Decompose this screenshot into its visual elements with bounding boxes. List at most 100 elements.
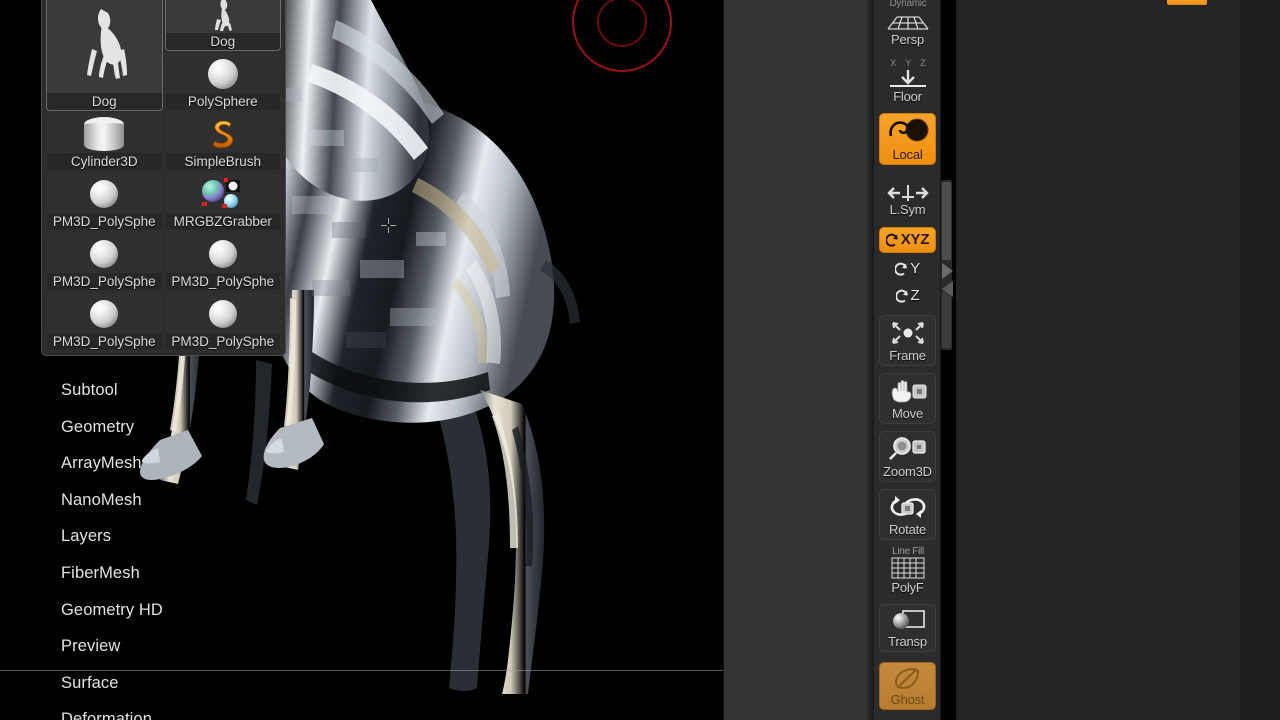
scrollbar-thumb[interactable] xyxy=(942,182,951,260)
polyf-label: PolyF xyxy=(891,580,924,595)
sphere-icon xyxy=(47,174,162,213)
left-spacer-panel xyxy=(723,0,873,720)
menu-item-deformation[interactable]: Deformation xyxy=(41,701,311,720)
tool-tile-label: PM3D_PolySphe xyxy=(165,273,280,290)
mrgbz-grabber-icon xyxy=(166,174,281,213)
polyframe-grid-icon xyxy=(880,555,935,581)
magnifier-zoom3d-icon xyxy=(880,432,935,465)
sphere-icon xyxy=(47,294,162,333)
floor-axis-x[interactable]: X xyxy=(890,58,896,68)
menu-item-subtool[interactable]: Subtool xyxy=(41,372,311,409)
floor-axis-y[interactable]: Y xyxy=(905,58,911,68)
ghost-button[interactable]: Ghost xyxy=(879,662,936,710)
panel-collapse-toggle[interactable] xyxy=(941,263,954,297)
app-window: Dynamic Persp X Y Z Floor Local L.Sym XY… xyxy=(0,0,1280,720)
menu-item-surface[interactable]: Surface xyxy=(41,665,311,702)
tool-tile-polysphere[interactable]: PolySphere xyxy=(164,53,281,111)
tool-tile-label: Cylinder3D xyxy=(47,153,162,170)
tool-tile-label: Dog xyxy=(47,93,162,110)
tool-tile-label: MRGBZGrabber xyxy=(165,213,280,230)
tool-tile-label: Dog xyxy=(165,33,280,50)
hand-move-icon xyxy=(880,374,935,407)
zoom3d-button[interactable]: Zoom3D xyxy=(879,431,936,482)
rotate-xyz-icon: XYZ xyxy=(885,232,929,247)
move-button[interactable]: Move xyxy=(879,373,936,424)
polyf-button[interactable]: PolyF xyxy=(879,554,936,598)
perspective-grid-icon xyxy=(880,9,935,33)
tool-tile-dog-large[interactable]: Dog xyxy=(46,0,163,111)
zoom3d-label: Zoom3D xyxy=(883,464,932,479)
rotate-y-icon: Y xyxy=(895,261,920,276)
tool-tile-label: PM3D_PolySphe xyxy=(47,213,162,230)
tool-tile-simplebrush[interactable]: SimpleBrush xyxy=(164,113,281,171)
tool-tile-pm3d-polysphere-3[interactable]: PM3D_PolySphe xyxy=(164,233,281,291)
tool-tile-pm3d-polysphere-4[interactable]: PM3D_PolySphe xyxy=(46,293,163,351)
tool-tile-label: PM3D_PolySphe xyxy=(165,333,280,350)
local-pivot-icon xyxy=(880,114,935,148)
rotate-button[interactable]: Rotate xyxy=(879,489,936,540)
dog-mesh-icon xyxy=(166,0,281,33)
panel-right-rail xyxy=(1240,0,1280,720)
tool-tile-pm3d-polysphere-1[interactable]: PM3D_PolySphe xyxy=(46,173,163,231)
rotate-z-icon: Z xyxy=(895,288,920,303)
rotate-z-button[interactable]: Z xyxy=(879,284,936,308)
rotate-cube-icon xyxy=(880,490,935,523)
crosshair-cursor-icon xyxy=(381,218,396,233)
floor-axis-row[interactable]: X Y Z xyxy=(874,58,942,68)
tool-thumbnail-grid: Dog Dog PolySphere Cylinder3D SimpleBrus… xyxy=(41,0,286,356)
local-label: Local xyxy=(892,147,923,162)
tool-tile-cylinder3d[interactable]: Cylinder3D xyxy=(46,113,163,171)
brush-cursor-rings-icon xyxy=(572,0,676,76)
sphere-icon xyxy=(47,234,162,273)
menu-item-geometry[interactable]: Geometry xyxy=(41,409,311,446)
menu-item-preview[interactable]: Preview xyxy=(41,628,311,665)
transp-button[interactable]: Transp xyxy=(879,604,936,652)
persp-label: Persp xyxy=(891,32,924,47)
lsym-button[interactable]: L.Sym xyxy=(879,182,936,220)
zbrush-s-logo-icon xyxy=(166,114,281,153)
frame-arrows-icon xyxy=(880,316,935,349)
tool-tile-label: PolySphere xyxy=(165,93,280,110)
active-tool-indicator[interactable] xyxy=(1167,0,1207,5)
floor-button[interactable]: Floor xyxy=(879,68,936,107)
menu-item-nanomesh[interactable]: NanoMesh xyxy=(41,482,311,519)
ghost-label: Ghost xyxy=(890,692,925,707)
tool-tile-dog[interactable]: Dog xyxy=(164,0,281,51)
rotate-xyz-button[interactable]: XYZ xyxy=(879,227,936,253)
cylinder-icon xyxy=(47,114,162,153)
tool-tile-label: PM3D_PolySphe xyxy=(47,333,162,350)
transparency-sphere-icon xyxy=(880,605,935,635)
tool-subpalette-menu: Subtool Geometry ArrayMesh NanoMesh Laye… xyxy=(41,372,311,720)
chevron-left-icon[interactable] xyxy=(942,281,953,297)
right-panel xyxy=(956,0,1280,720)
viewport-right-toolbar: Dynamic Persp X Y Z Floor Local L.Sym XY… xyxy=(873,0,941,720)
dog-mesh-icon xyxy=(47,0,162,93)
menu-item-layers[interactable]: Layers xyxy=(41,518,311,555)
floor-axis-z[interactable]: Z xyxy=(920,58,926,68)
menu-item-fibermesh[interactable]: FiberMesh xyxy=(41,555,311,592)
rotate-label: Rotate xyxy=(888,522,927,537)
tool-tile-pm3d-polysphere-5[interactable]: PM3D_PolySphe xyxy=(164,293,281,351)
move-label: Move xyxy=(892,406,923,421)
tool-tile-mrgbzgrabber[interactable]: MRGBZGrabber xyxy=(164,173,281,231)
floor-label: Floor xyxy=(893,89,922,104)
sphere-icon xyxy=(166,54,281,93)
menu-item-arraymesh[interactable]: ArrayMesh xyxy=(41,445,311,482)
left-right-symmetry-icon xyxy=(880,183,935,203)
local-button[interactable]: Local xyxy=(879,113,936,165)
sphere-icon xyxy=(166,234,281,273)
floor-down-arrow-icon xyxy=(880,68,935,90)
menu-item-geometry-hd[interactable]: Geometry HD xyxy=(41,592,311,629)
frame-label: Frame xyxy=(889,348,926,363)
ghost-leaf-icon xyxy=(880,663,935,693)
sphere-icon xyxy=(166,294,281,333)
tool-tile-label: PM3D_PolySphe xyxy=(47,273,162,290)
scrollbar-thumb-lower[interactable] xyxy=(942,292,951,348)
lsym-label: L.Sym xyxy=(889,202,926,217)
chevron-right-icon[interactable] xyxy=(942,263,953,279)
rotate-y-button[interactable]: Y xyxy=(879,257,936,281)
frame-button[interactable]: Frame xyxy=(879,315,936,366)
tool-tile-label: SimpleBrush xyxy=(165,153,280,170)
persp-button[interactable]: Persp xyxy=(879,8,936,50)
tool-tile-pm3d-polysphere-2[interactable]: PM3D_PolySphe xyxy=(46,233,163,291)
